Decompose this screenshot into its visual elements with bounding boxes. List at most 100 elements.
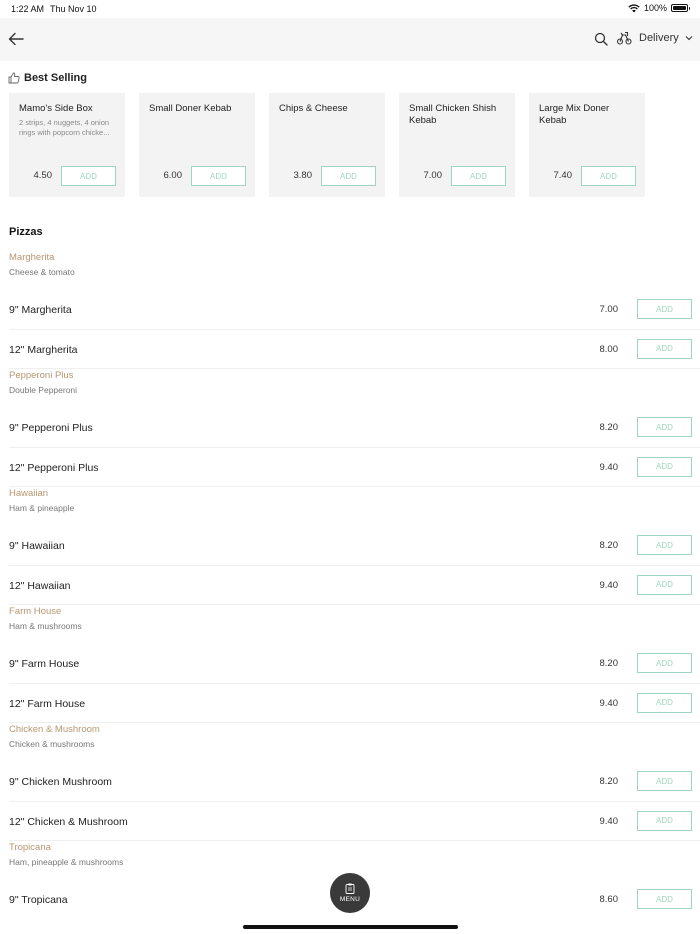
- menu-item-price: 9.40: [599, 697, 619, 709]
- card-name: Large Mix Doner Kebab: [539, 103, 610, 126]
- menu-group-header: Chicken & Mushroom Chicken & mushrooms: [0, 723, 700, 762]
- add-button[interactable]: ADD: [637, 771, 692, 791]
- menu-item-name: 9" Hawaiian: [9, 540, 65, 552]
- menu-item-price: 8.00: [599, 343, 619, 355]
- menu-item-row[interactable]: 12" Farm House 9.40 ADD: [9, 684, 700, 723]
- status-bar: 1:22 AM Thu Nov 10 100%: [0, 0, 700, 18]
- card-price: 7.40: [553, 170, 573, 181]
- delivery-label: Delivery: [639, 32, 679, 44]
- menu-group-name: Tropicana: [9, 842, 51, 853]
- card-name: Small Doner Kebab: [149, 103, 232, 114]
- add-button[interactable]: ADD: [637, 810, 692, 831]
- menu-item-name: 12" Pepperoni Plus: [9, 461, 99, 474]
- best-selling-card[interactable]: Small Chicken Shish Kebab 7.00 ADD: [399, 93, 515, 197]
- wifi-icon: [628, 3, 640, 12]
- menu-group-name: Pepperoni Plus: [9, 370, 74, 381]
- card-price: 6.00: [163, 170, 183, 181]
- chevron-down-icon: [685, 36, 693, 41]
- menu-group-description: Double Pepperoni: [9, 385, 78, 395]
- add-button[interactable]: ADD: [581, 166, 636, 186]
- menu-item-price: 8.20: [599, 776, 619, 787]
- menu-group-header: Hawaiian Ham & pineapple: [0, 487, 700, 526]
- add-button[interactable]: ADD: [451, 166, 506, 186]
- menu-item-name: 9" Chicken Mushroom: [9, 776, 112, 788]
- home-indicator: [243, 925, 458, 929]
- menu-group-header: Margherita Cheese & tomato: [0, 251, 700, 290]
- card-description: 2 strips, 4 nuggets, 4 onion rings with …: [19, 118, 110, 137]
- card-price: 7.00: [423, 170, 443, 181]
- menu-item-price: 9.40: [599, 579, 619, 591]
- menu-button-label: MENU: [339, 896, 361, 903]
- menu-item-price: 8.20: [599, 658, 619, 669]
- menu-item-price: 9.40: [599, 461, 619, 473]
- search-icon[interactable]: [594, 32, 608, 46]
- menu-group-header: Farm House Ham & mushrooms: [0, 605, 700, 644]
- menu-group-name: Farm House: [9, 606, 62, 617]
- best-selling-card[interactable]: Chips & Cheese 3.80 ADD: [269, 93, 385, 197]
- best-selling-header: Best Selling: [8, 72, 87, 84]
- category-title: Pizzas: [9, 226, 43, 238]
- add-button[interactable]: ADD: [637, 574, 692, 595]
- menu-group-name: Hawaiian: [9, 488, 49, 499]
- menu-group-name: Margherita: [9, 252, 55, 263]
- add-button[interactable]: ADD: [637, 299, 692, 319]
- card-price: 4.50: [33, 170, 53, 181]
- menu-item-price: 8.20: [599, 422, 619, 433]
- card-price: 3.80: [293, 170, 313, 181]
- menu-group-name: Chicken & Mushroom: [9, 724, 100, 735]
- pizza-menu-list: Margherita Cheese & tomato 9" Margherita…: [0, 251, 700, 920]
- delivery-scooter-icon: [616, 31, 632, 45]
- menu-item-name: 12" Chicken & Mushroom: [9, 815, 128, 828]
- add-button[interactable]: ADD: [637, 417, 692, 437]
- menu-item-price: 7.00: [599, 304, 619, 315]
- status-time: 1:22 AM: [11, 4, 45, 14]
- add-button[interactable]: ADD: [61, 166, 116, 186]
- back-arrow-icon[interactable]: [7, 30, 25, 48]
- menu-item-row[interactable]: 12" Chicken & Mushroom 9.40 ADD: [9, 802, 700, 841]
- menu-item-price: 8.60: [599, 894, 619, 905]
- menu-item-name: 12" Margherita: [9, 343, 78, 356]
- best-selling-carousel: Mamo's Side Box 2 strips, 4 nuggets, 4 o…: [9, 93, 645, 197]
- add-button[interactable]: ADD: [321, 166, 376, 186]
- add-button[interactable]: ADD: [637, 456, 692, 477]
- best-selling-title: Best Selling: [24, 72, 87, 84]
- add-button[interactable]: ADD: [637, 653, 692, 673]
- battery-icon: [671, 4, 690, 12]
- add-button[interactable]: ADD: [191, 166, 246, 186]
- top-nav-bar: Delivery: [0, 18, 700, 61]
- best-selling-card[interactable]: Mamo's Side Box 2 strips, 4 nuggets, 4 o…: [9, 93, 125, 197]
- menu-item-price: 9.40: [599, 815, 619, 827]
- menu-item-row[interactable]: 9" Chicken Mushroom 8.20 ADD: [9, 762, 700, 802]
- menu-group-description: Ham & pineapple: [9, 503, 75, 513]
- menu-group-description: Cheese & tomato: [9, 267, 75, 277]
- best-selling-card[interactable]: Large Mix Doner Kebab 7.40 ADD: [529, 93, 645, 197]
- menu-group-description: Ham, pineapple & mushrooms: [9, 857, 124, 867]
- add-button[interactable]: ADD: [637, 692, 692, 713]
- menu-item-name: 9" Margherita: [9, 304, 72, 316]
- menu-item-row[interactable]: 12" Margherita 8.00 ADD: [9, 330, 700, 369]
- menu-item-row[interactable]: 12" Hawaiian 9.40 ADD: [9, 566, 700, 605]
- add-button[interactable]: ADD: [637, 889, 692, 909]
- menu-item-row[interactable]: 9" Pepperoni Plus 8.20 ADD: [9, 408, 700, 448]
- menu-item-name: 12" Hawaiian: [9, 579, 71, 592]
- menu-button[interactable]: MENU: [330, 873, 370, 913]
- menu-group-description: Chicken & mushrooms: [9, 739, 95, 749]
- menu-item-row[interactable]: 9" Margherita 7.00 ADD: [9, 290, 700, 330]
- menu-item-name: 12" Farm House: [9, 697, 86, 710]
- menu-item-row[interactable]: 9" Hawaiian 8.20 ADD: [9, 526, 700, 566]
- menu-item-row[interactable]: 12" Pepperoni Plus 9.40 ADD: [9, 448, 700, 487]
- thumbs-up-icon: [8, 72, 20, 84]
- menu-group-description: Ham & mushrooms: [9, 621, 82, 631]
- card-name: Chips & Cheese: [279, 103, 348, 114]
- battery-percent: 100%: [643, 3, 667, 13]
- best-selling-card[interactable]: Small Doner Kebab 6.00 ADD: [139, 93, 255, 197]
- add-button[interactable]: ADD: [637, 535, 692, 555]
- add-button[interactable]: ADD: [637, 338, 692, 359]
- delivery-selector[interactable]: Delivery: [616, 31, 693, 45]
- menu-group-header: Pepperoni Plus Double Pepperoni: [0, 369, 700, 408]
- menu-item-row[interactable]: 9" Farm House 8.20 ADD: [9, 644, 700, 684]
- card-name: Small Chicken Shish Kebab: [409, 103, 497, 126]
- menu-item-name: 9" Tropicana: [9, 894, 68, 906]
- menu-item-price: 8.20: [599, 540, 619, 551]
- menu-item-name: 9" Farm House: [9, 658, 80, 670]
